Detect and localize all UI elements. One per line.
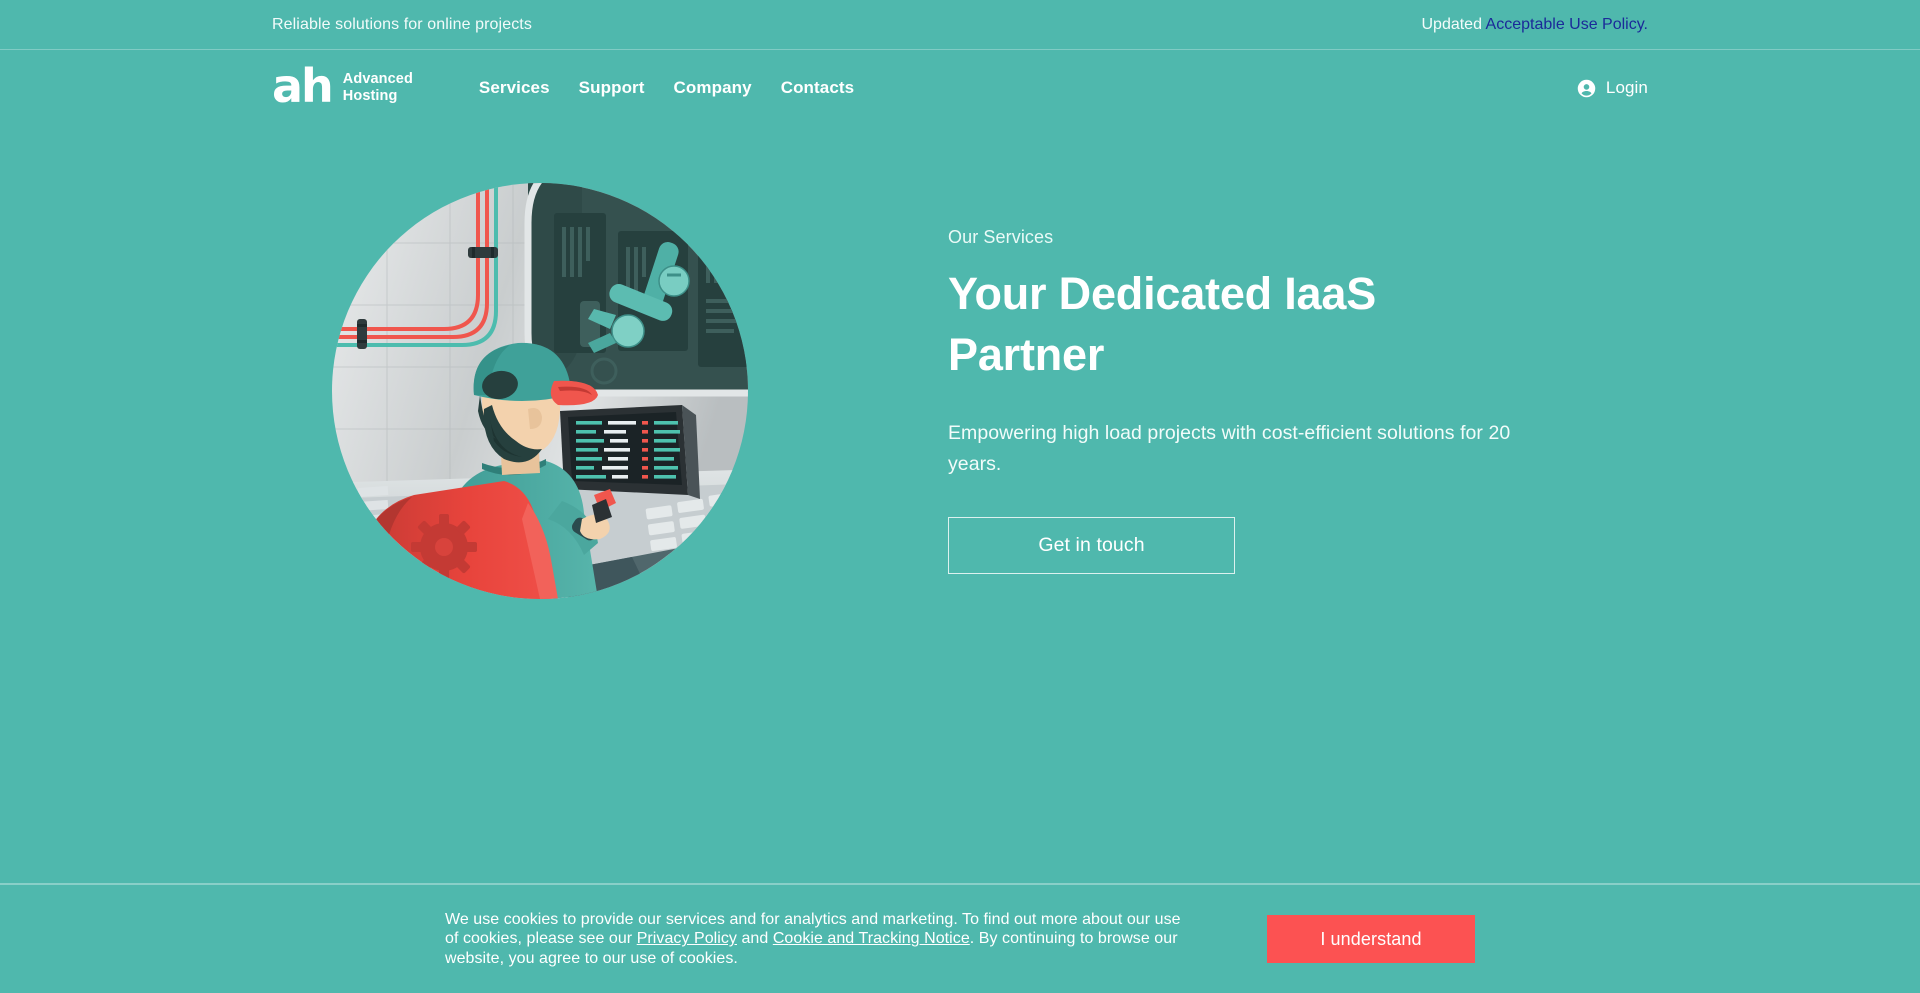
page-title: Your Dedicated IaaS Partner <box>948 268 1377 380</box>
hero-copy: Our Services Your Dedicated IaaS Partner… <box>948 183 1533 574</box>
nav-item-company[interactable]: Company <box>674 78 752 98</box>
nav-item-services[interactable]: Services <box>479 78 550 98</box>
engineer-at-console-illustration <box>332 183 748 599</box>
brand-logo[interactable]: ah Advanced Hosting <box>272 59 413 113</box>
account-circle-icon <box>1576 78 1597 99</box>
updated-label: Updated <box>1421 16 1482 33</box>
policy-period: . <box>1643 16 1648 33</box>
header-actions: Login <box>1576 78 1648 99</box>
accept-cookies-button[interactable]: I understand <box>1267 915 1475 963</box>
login-label: Login <box>1605 78 1648 97</box>
hero-eyebrow: Our Services <box>948 227 1054 247</box>
cookie-consent-banner: We use cookies to provide our services a… <box>0 885 1920 993</box>
acceptable-use-policy-link[interactable]: Acceptable Use Policy <box>1486 16 1644 33</box>
main-navigation: Services Support Company Contacts <box>479 78 854 98</box>
get-in-touch-button[interactable]: Get in touch <box>948 517 1235 574</box>
cookie-tracking-notice-link[interactable]: Cookie and Tracking Notice <box>773 930 970 947</box>
tagline-text: Reliable solutions for online projects <box>272 16 532 33</box>
announcement-bar: Reliable solutions for online projects U… <box>0 0 1920 50</box>
updated-policy-notice: Updated Acceptable Use Policy. <box>1421 17 1648 33</box>
cookie-text-part2: and <box>736 930 773 948</box>
site-header: ah Advanced Hosting Services Support Com… <box>0 50 1920 126</box>
privacy-policy-link[interactable]: Privacy Policy <box>637 930 737 947</box>
hero-subhead: Empowering high load projects with cost-… <box>948 422 1511 475</box>
brand-mark-ah: ah <box>272 59 334 113</box>
brand-name-line1: Advanced <box>342 71 413 87</box>
cookie-banner-text: We use cookies to provide our services a… <box>445 910 1187 969</box>
nav-item-contacts[interactable]: Contacts <box>781 78 855 98</box>
login-button[interactable]: Login <box>1576 78 1648 99</box>
brand-name: Advanced Hosting <box>343 71 413 105</box>
hero-section: Our Services Your Dedicated IaaS Partner… <box>0 183 1920 599</box>
brand-name-line2: Hosting <box>342 88 398 104</box>
nav-item-support[interactable]: Support <box>579 78 645 98</box>
